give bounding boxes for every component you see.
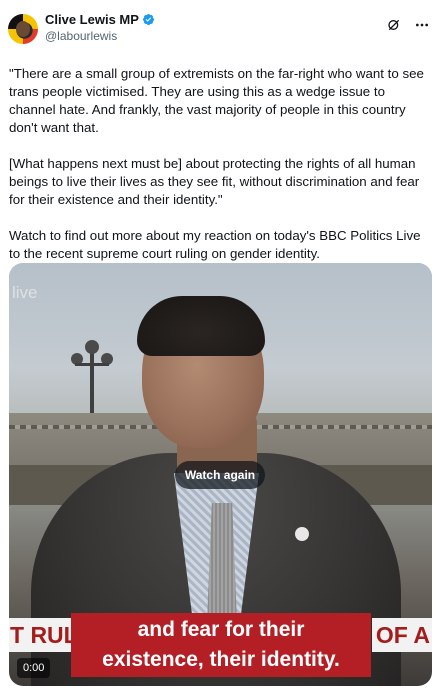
author-handle[interactable]: @labourlewis	[45, 29, 155, 43]
author-names: Clive Lewis MP @labourlewis	[45, 12, 155, 43]
tweet-header: Clive Lewis MP @labourlewis	[8, 12, 431, 56]
subtitle-line-2: existence, their identity.	[102, 648, 340, 671]
subtitle-line-1: and fear for their	[137, 618, 305, 641]
watch-again-button[interactable]: Watch again	[175, 461, 265, 489]
author-display-name[interactable]: Clive Lewis MP	[45, 12, 139, 27]
speaker-hair	[137, 296, 265, 356]
tweet-text: "There are a small group of extremists o…	[8, 65, 431, 263]
avatar[interactable]	[8, 14, 38, 44]
tweet: Clive Lewis MP @labourlewis "There are a…	[0, 0, 443, 691]
avatar-face	[16, 21, 30, 37]
video-timestamp: 0:00	[17, 658, 51, 678]
grok-icon[interactable]	[385, 16, 403, 34]
lapel-pin	[295, 527, 309, 541]
video-player[interactable]: live Watch again T RUL OF A and fear for…	[9, 263, 432, 686]
more-icon[interactable]	[413, 16, 431, 34]
channel-watermark: live	[12, 283, 38, 302]
tweet-paragraph: [What happens next must be] about protec…	[9, 156, 420, 207]
news-ticker-left: T RUL	[9, 618, 71, 652]
video-subtitle: and fear for their existence, their iden…	[71, 613, 371, 677]
news-ticker-right: OF A	[372, 618, 432, 652]
tweet-paragraph: Watch to find out more about my reaction…	[9, 228, 421, 261]
verified-badge-icon[interactable]	[142, 13, 155, 26]
lamp-post-graphic	[71, 340, 113, 423]
header-actions	[385, 12, 431, 34]
name-row: Clive Lewis MP	[45, 12, 155, 27]
tweet-paragraph: "There are a small group of extremists o…	[9, 66, 424, 135]
